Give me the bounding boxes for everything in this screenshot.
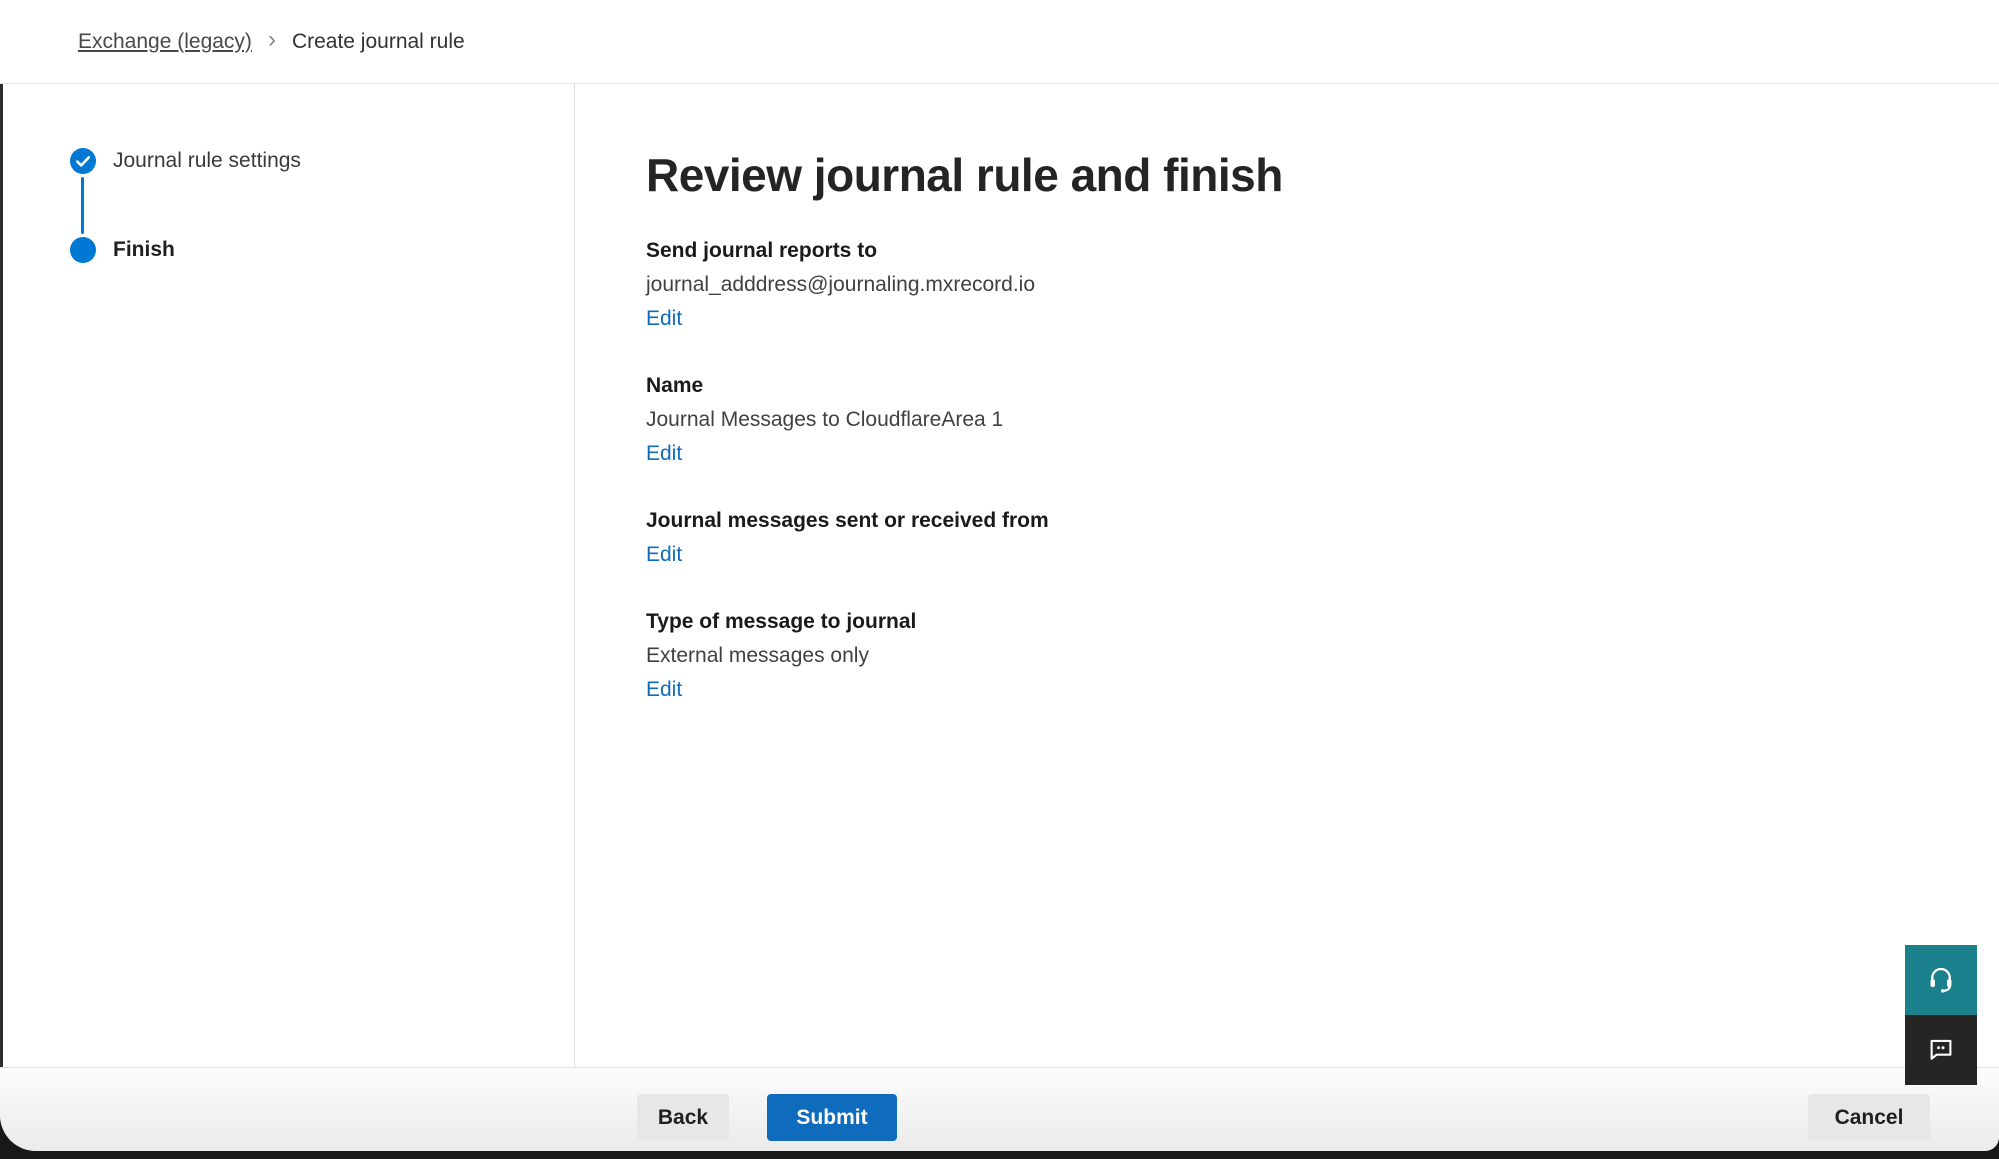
help-button[interactable] <box>1905 945 1977 1015</box>
section-value: Journal Messages to CloudflareArea 1 <box>646 403 1999 437</box>
section-label: Journal messages sent or received from <box>646 504 1999 538</box>
step-current-dot-icon <box>70 237 96 263</box>
headset-icon <box>1926 964 1956 997</box>
top-bar: Exchange (legacy) › Create journal rule <box>0 0 1999 84</box>
feedback-button[interactable] <box>1905 1015 1977 1085</box>
edit-send-journal-reports-link[interactable]: Edit <box>646 302 682 336</box>
edit-message-type-link[interactable]: Edit <box>646 673 682 707</box>
left-edge-divider <box>0 84 3 1067</box>
step-completed-check-icon <box>70 148 96 174</box>
wizard-step-finish[interactable]: Finish <box>70 237 574 263</box>
review-section-send-journal-reports-to: Send journal reports to journal_adddress… <box>646 234 1999 336</box>
edit-journal-messages-scope-link[interactable]: Edit <box>646 538 682 572</box>
footer-action-bar: Back Submit Cancel <box>0 1067 1999 1151</box>
cancel-button[interactable]: Cancel <box>1808 1094 1930 1141</box>
review-section-message-type: Type of message to journal External mess… <box>646 605 1999 707</box>
page-title: Review journal rule and finish <box>646 148 1999 202</box>
wizard-step-journal-rule-settings[interactable]: Journal rule settings <box>70 148 574 174</box>
review-section-name: Name Journal Messages to CloudflareArea … <box>646 369 1999 471</box>
app-window: Exchange (legacy) › Create journal rule … <box>0 0 1999 1151</box>
submit-button[interactable]: Submit <box>767 1094 897 1141</box>
section-label: Send journal reports to <box>646 234 1999 268</box>
main-content: Review journal rule and finish Send jour… <box>575 84 1999 1067</box>
back-button[interactable]: Back <box>637 1094 729 1141</box>
feedback-icon <box>1926 1034 1956 1067</box>
review-section-journal-messages-scope: Journal messages sent or received from E… <box>646 504 1999 572</box>
section-label: Type of message to journal <box>646 605 1999 639</box>
breadcrumb-current-page: Create journal rule <box>292 30 465 54</box>
page-body: Journal rule settings Finish Review jour… <box>0 84 1999 1067</box>
wizard-steps-sidebar: Journal rule settings Finish <box>0 84 575 1067</box>
breadcrumb: Exchange (legacy) › Create journal rule <box>78 30 465 54</box>
section-value: journal_adddress@journaling.mxrecord.io <box>646 268 1999 302</box>
breadcrumb-link-exchange-legacy[interactable]: Exchange (legacy) <box>78 30 252 54</box>
step-label: Journal rule settings <box>113 149 301 173</box>
chevron-right-icon: › <box>268 28 276 52</box>
step-connector-line <box>81 177 84 234</box>
edit-name-link[interactable]: Edit <box>646 437 682 471</box>
section-label: Name <box>646 369 1999 403</box>
section-value: External messages only <box>646 639 1999 673</box>
step-label: Finish <box>113 238 175 262</box>
